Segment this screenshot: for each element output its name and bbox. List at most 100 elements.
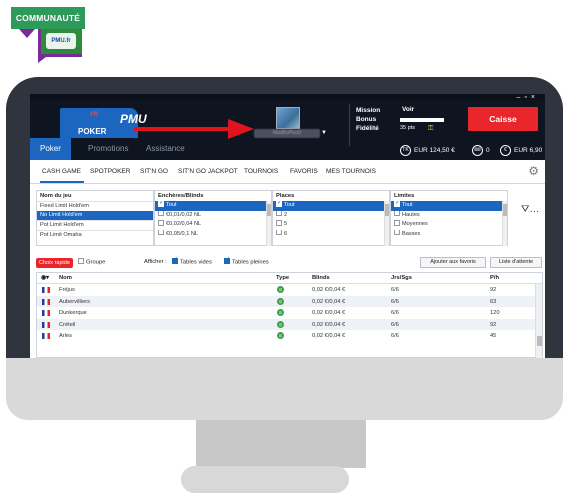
list-item[interactable]: No Limit Hold'em [37,210,153,220]
list-item[interactable]: Tout [155,201,271,211]
list-item[interactable]: 6 [273,229,389,240]
mission-block[interactable]: Mission Bonus Fidélité [356,106,380,133]
checkbox[interactable] [78,258,84,264]
checkbox[interactable] [276,229,282,236]
list-item-label: €0,02/0,04 NL [166,221,202,227]
pmu-poker-logo[interactable]: PMU FR POKER [60,108,147,138]
tables-pleines-option[interactable]: Tables pleines [224,256,269,266]
table-row[interactable]: Dunkerque ⊙ 0,02 €/0,04 € 6/6 120 [37,307,542,319]
list-item-label: Moyennes [402,221,428,227]
balance-eur-value: EUR 6,90 [514,147,543,155]
checkbox[interactable] [394,220,400,226]
mission-label: Mission [356,107,381,114]
row-ph: 120 [490,310,500,316]
tab-favoris[interactable]: FAVORIS [290,168,318,175]
list-item[interactable]: Hautes [391,210,507,221]
liste-attente-button[interactable]: Liste d'attente [490,257,542,268]
scrollbar[interactable] [535,284,542,358]
checkbox[interactable] [276,220,282,226]
col-type[interactable]: Type [276,275,289,281]
tab-poker[interactable]: Poker [30,138,71,160]
tab-sitngo[interactable]: SIT'N GO [140,168,168,175]
list-item[interactable]: Basses [391,229,507,240]
tab-mes-tournois[interactable]: MES TOURNOIS [326,168,376,175]
checkbox[interactable] [394,201,400,208]
list-item[interactable]: 2 [273,210,389,221]
list-item[interactable]: Pot Limit Omaha [37,229,153,240]
euro-icon: € [500,145,511,156]
row-nom: Aubervilliers [59,298,90,305]
window-controls[interactable]: –▫× [517,94,539,101]
balance-eur[interactable]: € EUR 6,90 [500,145,542,156]
choix-rapide-button[interactable]: Choix rapide [36,258,73,268]
col-nom[interactable]: Nom [59,275,72,281]
france-flag-icon [42,310,50,316]
tab-cash-game[interactable]: CASH GAME [42,168,81,175]
ajouter-favoris-button[interactable]: Ajouter aux favoris [420,257,486,268]
scrollbar[interactable] [266,201,271,246]
list-item-label: Tout [166,202,177,208]
game-type-icon: ⊙ [277,332,284,339]
tables-vides-option[interactable]: Tables vides [172,256,212,266]
row-nom: Dunkerque [59,310,87,316]
avatar[interactable] [276,107,300,129]
scrollbar[interactable] [502,201,507,246]
list-item[interactable]: €0,01/0,02 NL [155,210,271,221]
checkbox[interactable] [172,256,178,264]
row-nom: Créteil [59,321,76,328]
col-jrs[interactable]: Jrs/Sgs [391,275,412,281]
voir-link[interactable]: Voir [402,106,414,113]
checkbox[interactable] [276,201,282,208]
scrollbar[interactable] [384,201,389,246]
list-item[interactable]: Tout [391,201,507,211]
france-flag-icon [42,333,50,339]
checkbox[interactable] [158,220,164,226]
checkbox[interactable] [158,210,164,217]
checkbox[interactable] [158,201,164,208]
checkbox[interactable] [158,229,164,236]
main-nav: Poker Promotions Assistance TK EUR 124,50… [30,138,545,160]
checkbox[interactable] [224,256,230,264]
globe-icon[interactable]: ◉▾ [41,275,49,281]
tab-spotpoker[interactable]: SPOTPOKER [90,168,130,175]
table-row[interactable]: Fréjus ⊙ 0,02 €/0,04 € 6/6 92 [37,284,542,296]
groupe-option[interactable]: Groupe [78,258,105,266]
list-item[interactable]: Tout [273,201,389,211]
tab-promotions[interactable]: Promotions [88,138,128,160]
monitor-neck [196,420,366,468]
tables-list: ◉▾ Nom Type Blinds Jrs/Sgs P/h Fréjus ⊙ … [36,272,543,358]
filter-header: Limites [394,193,415,199]
balance-tk[interactable]: TK EUR 124,50 € [400,145,455,156]
caisse-button[interactable]: Caisse [468,107,538,131]
table-row[interactable]: Aubervilliers ⊙ 0,02 €/0,04 € 6/6 63 [37,295,542,307]
tab-tournois[interactable]: TOURNOIS [244,168,278,175]
list-item[interactable]: €0,02/0,04 NL [155,220,271,230]
list-item[interactable]: €0,05/0,1 NL [155,229,271,240]
list-item-label: 2 [284,211,288,218]
logo-pmu-text: PMU FR [90,110,147,126]
checkbox[interactable] [276,210,282,217]
list-item[interactable]: Moyennes [391,220,507,230]
tab-assistance[interactable]: Assistance [146,138,185,160]
username[interactable]: MadBoPlus0 [254,129,320,138]
table-row[interactable]: Créteil ⊙ 0,02 €/0,04 € 6/6 92 [37,318,542,330]
game-type-icon: ⊙ [277,309,284,316]
loyalty-progress-bar [400,118,444,122]
gear-icon[interactable]: ⚙ [528,164,539,178]
col-ph[interactable]: P/h [490,275,499,281]
afficher-label: Afficher : [144,259,167,265]
col-blinds[interactable]: Blinds [312,275,330,281]
checkbox[interactable] [394,229,400,236]
chevron-down-icon[interactable]: ▼ [321,130,327,136]
list-item-label: €0,05/0,1 NL [166,230,199,237]
list-item[interactable]: Pot Limit Hold'em [37,220,153,230]
filter-icon[interactable]: ⛛… [521,204,539,215]
tab-sitngo-jackpot[interactable]: SIT'N GO JACKPOT [178,168,238,175]
list-item[interactable]: Fixed Limit Hold'em [37,201,153,211]
checkbox[interactable] [394,210,400,217]
badge-tail [19,29,35,38]
list-item[interactable]: 5 [273,220,389,230]
table-row[interactable]: Arles ⊙ 0,02 €/0,04 € 6/6 45 [37,330,542,342]
balance-tickets[interactable]: 🎟 0 [472,145,490,156]
france-flag-icon [42,321,50,328]
